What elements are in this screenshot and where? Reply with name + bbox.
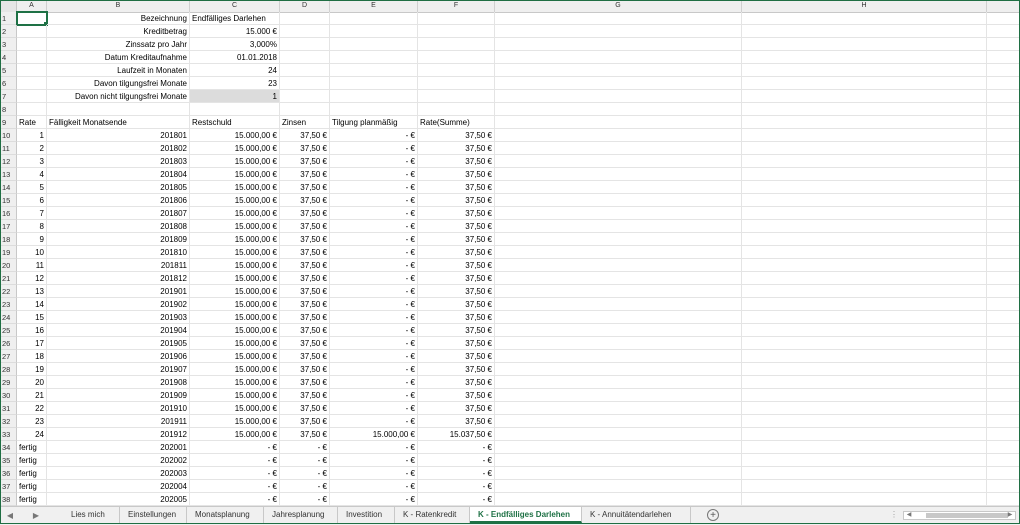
- window-frame: [0, 0, 1020, 524]
